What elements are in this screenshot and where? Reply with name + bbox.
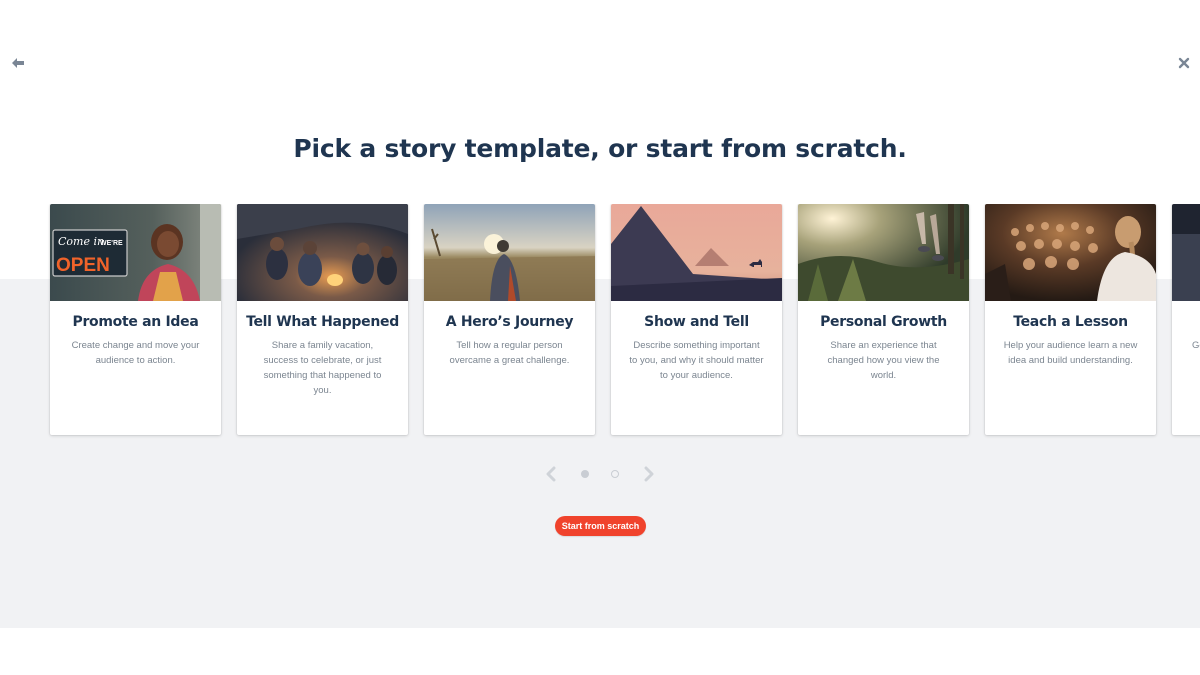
template-description: Create change and move your audience to … (71, 340, 200, 366)
template-image (424, 204, 595, 301)
page-title: Pick a story template, or start from scr… (293, 134, 907, 163)
svg-text:WE'RE: WE'RE (100, 240, 123, 247)
template-description: Ge (1192, 340, 1200, 351)
template-image (237, 204, 408, 301)
template-description: Share a family vacation, success to cele… (263, 340, 382, 396)
close-icon (1178, 57, 1190, 69)
template-image (1172, 204, 1200, 301)
template-description: Tell how a regular person overcame a gre… (449, 340, 570, 366)
back-arrow-icon (12, 58, 24, 68)
close-button[interactable] (1173, 52, 1195, 74)
template-card-personal-growth[interactable]: Personal Growth Share an experience that… (798, 204, 969, 435)
template-description: Describe something important to you, and… (629, 340, 764, 381)
template-card-heros-journey[interactable]: A Hero’s Journey Tell how a regular pers… (424, 204, 595, 435)
svg-text:OPEN: OPEN (56, 255, 110, 276)
template-title: Teach a Lesson (1013, 314, 1128, 330)
template-title: Personal Growth (820, 314, 947, 330)
template-image (985, 204, 1156, 301)
start-from-scratch-button[interactable]: Start from scratch (555, 516, 646, 536)
template-description: Share an experience that changed how you… (827, 340, 940, 381)
template-title: A Hero’s Journey (445, 314, 574, 330)
template-card-promote-idea[interactable]: Come in WE'RE OPEN Promote an Idea Creat… (50, 204, 221, 435)
template-image: Come in WE'RE OPEN (50, 204, 221, 301)
template-image (611, 204, 782, 301)
carousel-prev-button[interactable] (541, 462, 561, 486)
template-title: Show and Tell (644, 314, 749, 330)
chevron-right-icon (644, 466, 654, 482)
template-image (798, 204, 969, 301)
chevron-left-icon (546, 466, 556, 482)
svg-text:Come in: Come in (58, 235, 104, 248)
template-title: Promote an Idea (72, 314, 199, 330)
carousel-page-dot-2[interactable] (611, 470, 619, 478)
template-card-teach-lesson[interactable]: Teach a Lesson Help your audience learn … (985, 204, 1156, 435)
template-description: Help your audience learn a new idea and … (1003, 340, 1138, 366)
template-carousel: Come in WE'RE OPEN Promote an Idea Creat… (0, 204, 1200, 439)
template-card-tell-what-happened[interactable]: Tell What Happened Share a family vacati… (237, 204, 408, 435)
carousel-page-dot-1[interactable] (581, 470, 589, 478)
carousel-next-button[interactable] (639, 462, 659, 486)
back-button[interactable] (7, 52, 29, 74)
template-title: Tell What Happened (246, 314, 399, 330)
template-card-show-and-tell[interactable]: Show and Tell Describe something importa… (611, 204, 782, 435)
template-card-partial[interactable]: Ge (1172, 204, 1200, 435)
